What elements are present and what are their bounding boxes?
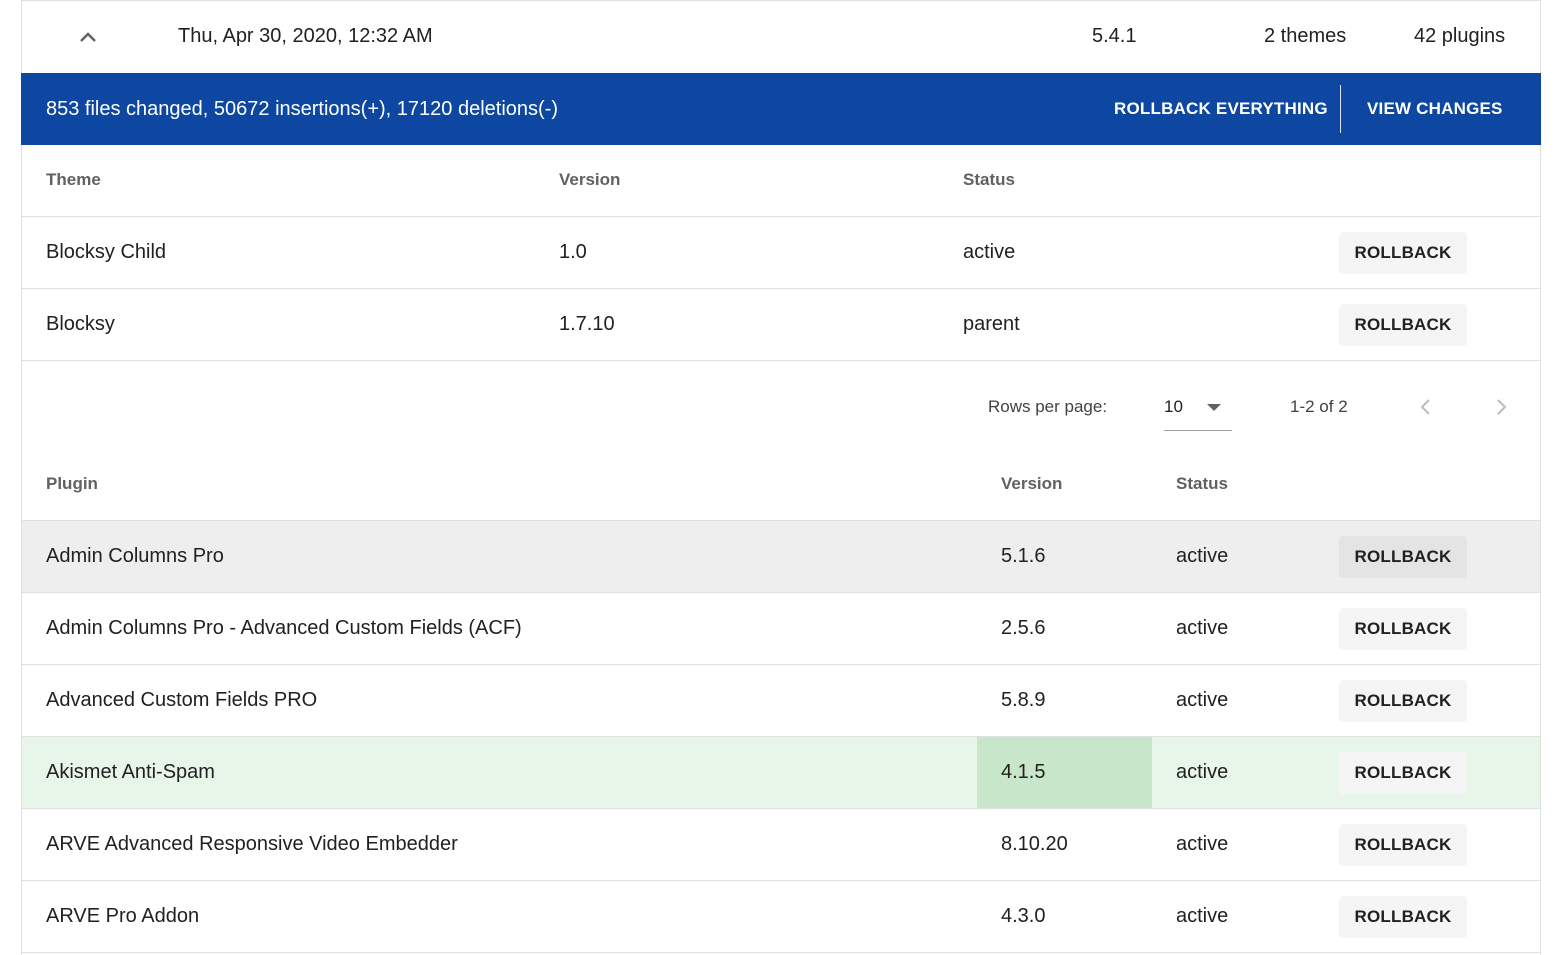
version-card: Thu, Apr 30, 2020, 12:32 AM 5.4.1 2 them… [21, 0, 1541, 955]
theme-name: Blocksy Child [46, 241, 167, 263]
plugin-status: active [1176, 617, 1229, 639]
plugin-version: 8.10.20 [1001, 833, 1068, 855]
view-changes-button[interactable]: VIEW CHANGES [1367, 73, 1503, 145]
plugin-version: 2.5.6 [1001, 617, 1046, 639]
themes-table: Theme Version Status Blocksy Child 1.0 a… [22, 145, 1540, 361]
themes-pagination: Rows per page: 10 1-2 of 2 [22, 361, 1540, 449]
themes-table-header: Theme Version Status [22, 145, 1540, 217]
rollback-button[interactable]: ROLLBACK [1339, 680, 1467, 722]
rollback-button[interactable]: ROLLBACK [1339, 752, 1467, 794]
rollback-button[interactable]: ROLLBACK [1339, 232, 1467, 274]
caret-down-icon [1207, 404, 1221, 411]
column-header-theme[interactable]: Theme [46, 170, 101, 190]
rollback-button[interactable]: ROLLBACK [1339, 536, 1467, 578]
plugins-count: 42 plugins [1414, 25, 1506, 47]
pagination-range: 1-2 of 2 [1290, 397, 1348, 416]
theme-status: parent [963, 313, 1020, 335]
plugin-name: Advanced Custom Fields PRO [46, 689, 318, 711]
chevron-up-icon[interactable] [78, 27, 98, 47]
plugins-table: Plugin Version Status Admin Columns Pro … [22, 449, 1540, 953]
plugin-version: 4.1.5 [1001, 761, 1046, 783]
table-row: Admin Columns Pro - Advanced Custom Fiel… [22, 593, 1540, 665]
plugin-name: Admin Columns Pro - Advanced Custom Fiel… [46, 617, 522, 639]
column-header-version[interactable]: Version [1001, 474, 1062, 494]
table-row: ARVE Pro Addon 4.3.0 active ROLLBACK [22, 881, 1540, 953]
plugin-name: Akismet Anti-Spam [46, 761, 215, 783]
divider [1340, 85, 1341, 133]
plugin-name: Admin Columns Pro [46, 545, 224, 567]
rows-per-page-select[interactable]: 10 [1164, 395, 1232, 431]
plugin-version: 5.1.6 [1001, 545, 1046, 567]
theme-version: 1.7.10 [559, 313, 615, 335]
rollback-everything-button[interactable]: ROLLBACK EVERYTHING [1114, 73, 1328, 145]
theme-version: 1.0 [559, 241, 587, 263]
rows-per-page-value: 10 [1164, 397, 1183, 416]
plugin-status: active [1176, 761, 1229, 783]
plugins-table-header: Plugin Version Status [22, 449, 1540, 521]
theme-status: active [963, 241, 1016, 263]
rows-per-page-label: Rows per page: [988, 397, 1108, 416]
rollback-button[interactable]: ROLLBACK [1339, 304, 1467, 346]
column-header-status[interactable]: Status [1176, 474, 1228, 494]
themes-count: 2 themes [1264, 25, 1347, 47]
changes-stats: 853 files changed, 50672 insertions(+), … [46, 98, 558, 120]
plugin-status: active [1176, 689, 1229, 711]
chevron-right-icon[interactable] [1489, 395, 1513, 419]
rollback-button[interactable]: ROLLBACK [1339, 896, 1467, 938]
table-row: Admin Columns Pro 5.1.6 active ROLLBACK [22, 521, 1540, 593]
version-summary-row[interactable]: Thu, Apr 30, 2020, 12:32 AM 5.4.1 2 them… [22, 1, 1540, 73]
snapshot-date: Thu, Apr 30, 2020, 12:32 AM [178, 25, 433, 47]
plugin-status: active [1176, 833, 1229, 855]
table-row: Advanced Custom Fields PRO 5.8.9 active … [22, 665, 1540, 737]
table-row: ARVE Advanced Responsive Video Embedder … [22, 809, 1540, 881]
table-row: Blocksy 1.7.10 parent ROLLBACK [22, 289, 1540, 361]
plugin-name: ARVE Advanced Responsive Video Embedder [46, 833, 458, 855]
column-header-version[interactable]: Version [559, 170, 620, 190]
theme-name: Blocksy [46, 313, 115, 335]
plugin-version: 5.8.9 [1001, 689, 1046, 711]
rollback-button[interactable]: ROLLBACK [1339, 824, 1467, 866]
wordpress-version: 5.4.1 [1092, 25, 1137, 47]
changes-bar: 853 files changed, 50672 insertions(+), … [21, 73, 1541, 145]
plugin-status: active [1176, 545, 1229, 567]
table-row: Akismet Anti-Spam 4.1.5 active ROLLBACK [22, 737, 1540, 809]
column-header-plugin[interactable]: Plugin [46, 474, 98, 494]
rollback-button[interactable]: ROLLBACK [1339, 608, 1467, 650]
chevron-left-icon[interactable] [1414, 395, 1438, 419]
table-row: Blocksy Child 1.0 active ROLLBACK [22, 217, 1540, 289]
plugin-status: active [1176, 905, 1229, 927]
plugin-version: 4.3.0 [1001, 905, 1046, 927]
column-header-status[interactable]: Status [963, 170, 1015, 190]
plugin-name: ARVE Pro Addon [46, 905, 200, 927]
